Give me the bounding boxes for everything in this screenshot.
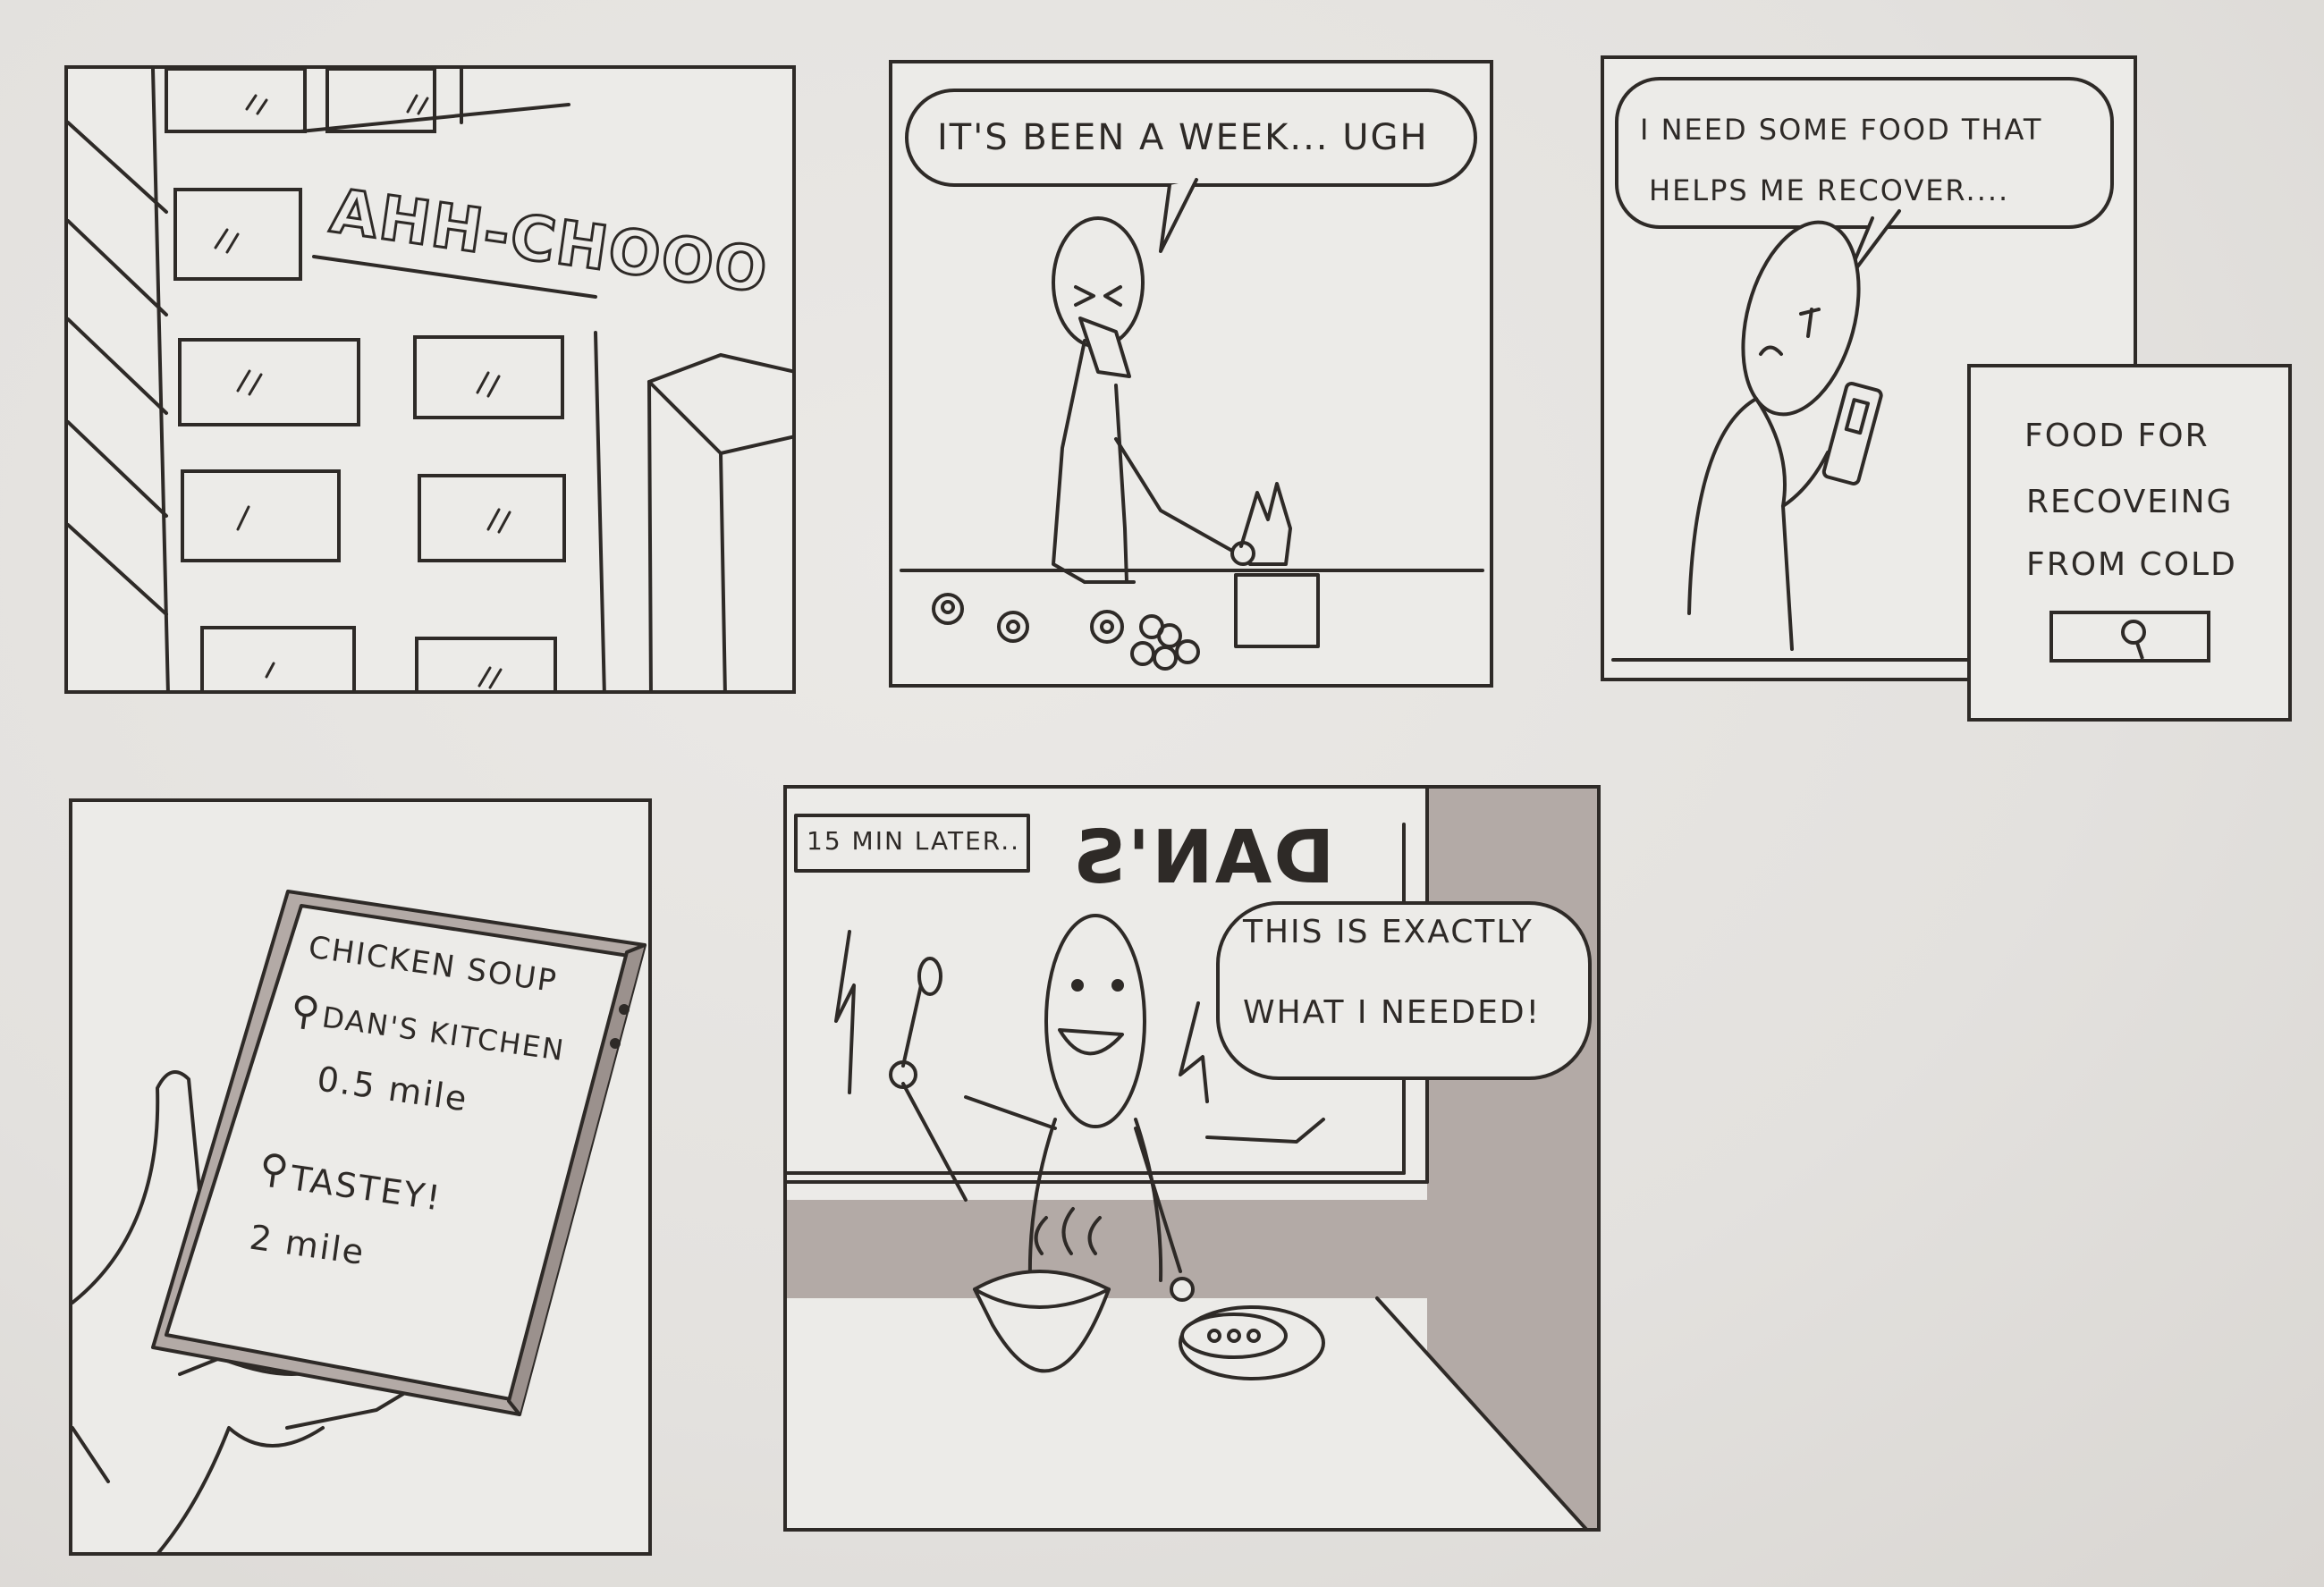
result-name: TASTEY! [288, 1158, 444, 1219]
result-item-dans-kitchen[interactable]: ⚲ DAN'S KITCHEN 0.5 mile [276, 986, 586, 1156]
comic-panel-building: AHH-CHOOO [64, 65, 796, 694]
location-pin-icon: ⚲ [287, 986, 323, 1036]
comic-panel-search-results: CHICKEN SOUP ⚲ DAN'S KITCHEN 0.5 mile ⚲ … [69, 798, 652, 1556]
dish-title: CHICKEN SOUP [306, 929, 561, 1000]
result-distance: 2 mile [247, 1217, 368, 1273]
search-query-line-3: FROM COLD [2026, 546, 2237, 583]
restaurant-sign: DAN'S [1071, 815, 1335, 900]
time-caption: 15 MIN LATER.. [807, 826, 1021, 856]
speech-text-line-1: THIS IS EXACTLY [1243, 914, 1534, 950]
result-distance: 0.5 mile [314, 1059, 471, 1119]
search-query-line-2: RECOVEING [2026, 484, 2234, 520]
result-name: DAN'S KITCHEN [319, 1000, 568, 1068]
search-screen-inset: FOOD FOR RECOVEING FROM COLD [1967, 364, 2292, 722]
location-pin-icon: ⚲ [256, 1144, 292, 1194]
building-drawing [68, 69, 792, 690]
phone-screen-results: CHICKEN SOUP ⚲ DAN'S KITCHEN 0.5 mile ⚲ … [72, 802, 648, 1552]
result-item-tastey[interactable]: ⚲ TASTEY! 2 mile [245, 1144, 528, 1309]
search-button[interactable] [2049, 611, 2210, 663]
sick-person-drawing [900, 178, 1484, 671]
search-icon [2121, 620, 2146, 660]
speech-text-line-2: WHAT I NEEDED! [1243, 994, 1542, 1031]
search-query-line-1: FOOD FOR [2024, 418, 2210, 454]
comic-panel-sneezing: IT'S BEEN A WEEK... UGH [889, 60, 1493, 688]
comic-panel-restaurant: 15 MIN LATER.. DAN'S THIS IS EXACTLY WHA… [783, 785, 1601, 1532]
